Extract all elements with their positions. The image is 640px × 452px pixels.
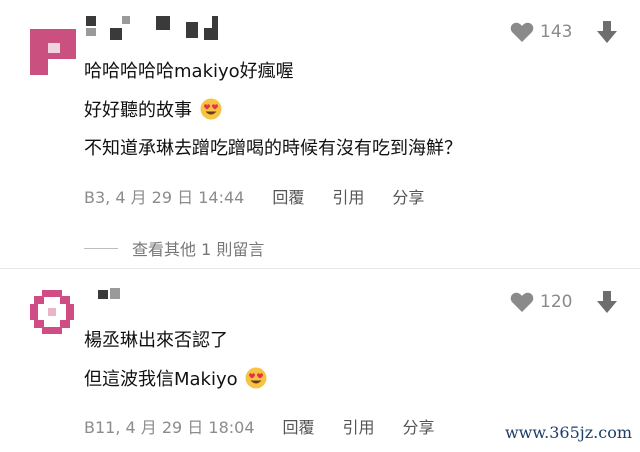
avatar-detail xyxy=(66,304,74,320)
timestamp: B3, 4 月 29 日 14:44 xyxy=(84,188,245,207)
divider-dash xyxy=(84,247,118,249)
comment-text: 楊丞琳出來否認了 xyxy=(84,330,228,351)
view-more-replies-label: 查看其他 1 則留言 xyxy=(132,240,265,259)
avatar-detail xyxy=(48,43,60,53)
like-button[interactable]: 120 xyxy=(510,291,572,313)
heart-eyes-emoji-icon xyxy=(200,98,222,120)
share-button[interactable]: 分享 xyxy=(392,184,424,208)
redacted-username[interactable] xyxy=(86,16,226,42)
like-count: 143 xyxy=(540,22,573,42)
comment-text: 不知道承琳去蹭吃蹭喝的時候有沒有吃到海鮮？ xyxy=(84,138,462,159)
timestamp: B11, 4 月 29 日 18:04 xyxy=(84,418,255,437)
comment-meta: B11, 4 月 29 日 18:04 回覆 引用 分享 xyxy=(84,414,463,438)
avatar-detail xyxy=(42,290,62,297)
redacted-username[interactable] xyxy=(98,288,128,302)
dislike-button[interactable] xyxy=(597,21,617,47)
avatar-detail xyxy=(48,59,76,75)
avatar-detail xyxy=(42,327,62,334)
comment-meta: B3, 4 月 29 日 14:44 回覆 引用 分享 xyxy=(84,184,452,208)
heart-eyes-emoji-icon xyxy=(245,367,267,389)
comment-text: 好好聽的故事 xyxy=(84,96,222,122)
avatar-detail xyxy=(48,308,56,316)
quote-button[interactable]: 引用 xyxy=(343,414,375,438)
avatar-detail xyxy=(30,304,38,320)
heart-icon xyxy=(510,22,534,42)
avatar[interactable] xyxy=(30,290,74,334)
share-button[interactable]: 分享 xyxy=(403,414,435,438)
watermark: www.365jz.com xyxy=(504,423,632,442)
avatar[interactable] xyxy=(30,29,76,75)
like-button[interactable]: 143 xyxy=(510,21,572,43)
quote-button[interactable]: 引用 xyxy=(332,184,364,208)
comment-text: 哈哈哈哈哈makiyo好瘋喔 xyxy=(84,61,294,82)
reply-button[interactable]: 回覆 xyxy=(272,184,304,208)
like-count: 120 xyxy=(540,292,573,312)
arrow-down-icon xyxy=(597,291,617,313)
arrow-down-icon xyxy=(597,21,617,43)
comment-divider xyxy=(0,268,640,269)
heart-icon xyxy=(510,292,534,312)
reply-button[interactable]: 回覆 xyxy=(283,414,315,438)
view-more-replies[interactable]: 查看其他 1 則留言 xyxy=(84,236,264,260)
avatar-detail xyxy=(34,296,44,304)
dislike-button[interactable] xyxy=(597,291,617,317)
avatar-detail xyxy=(60,296,70,304)
comment-text: 但這波我信Makiyo xyxy=(84,365,267,391)
